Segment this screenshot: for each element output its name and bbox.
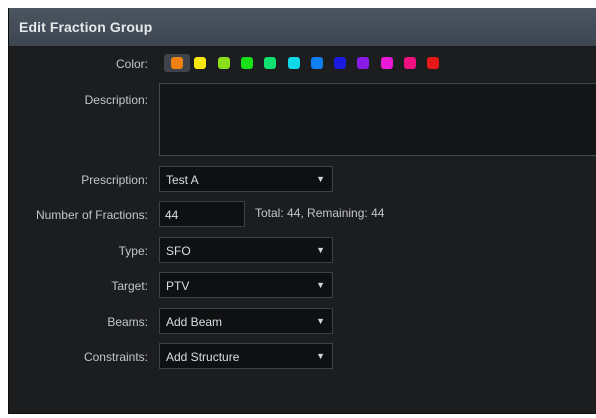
description-textarea[interactable] [159,83,596,156]
prescription-select[interactable]: Test A ▼ [159,166,333,192]
color-swatch[interactable] [310,57,323,69]
chevron-down-icon: ▼ [316,245,325,255]
dialog-titlebar: Edit Fraction Group [9,8,596,47]
color-swatch[interactable] [404,57,416,69]
color-swatch[interactable] [240,57,253,69]
beams-value: Add Beam [166,315,223,329]
color-swatch[interactable] [427,57,440,69]
prescription-value: Test A [166,173,199,187]
target-select[interactable]: PTV ▼ [159,272,333,298]
color-swatch[interactable] [334,57,347,69]
chevron-down-icon: ▼ [316,280,325,290]
constraints-value: Add Structure [166,350,240,364]
number-of-fractions-label: Number of Fractions: [35,208,148,222]
color-label: Color: [115,57,148,71]
number-of-fractions-value: 44 [165,208,179,222]
target-value: PTV [166,279,190,293]
type-value: SFO [166,244,191,258]
fractions-summary: Total: 44, Remaining: 44 [255,206,385,220]
color-swatch-row [164,54,484,72]
prescription-label: Prescription: [81,173,148,187]
constraints-label: Constraints: [83,350,148,364]
beams-select[interactable]: Add Beam ▼ [159,308,333,334]
target-label: Target: [111,279,148,293]
type-label: Type: [118,244,148,258]
beams-label: Beams: [107,315,148,329]
color-swatch[interactable] [380,57,393,69]
color-swatch[interactable] [217,57,230,69]
dialog-title: Edit Fraction Group [19,19,153,35]
color-swatch[interactable] [171,57,183,69]
constraints-select[interactable]: Add Structure ▼ [159,343,333,369]
edit-fraction-group-dialog: Edit Fraction Group Color: Description: … [8,8,596,414]
color-swatch[interactable] [287,57,300,69]
color-swatch[interactable] [264,57,277,69]
description-label: Description: [84,93,148,107]
color-swatch[interactable] [194,57,207,69]
chevron-down-icon: ▼ [316,351,325,361]
chevron-down-icon: ▼ [316,316,325,326]
number-of-fractions-input[interactable]: 44 [159,201,245,227]
chevron-down-icon: ▼ [316,174,325,184]
type-select[interactable]: SFO ▼ [159,237,333,263]
color-swatch[interactable] [357,57,370,69]
